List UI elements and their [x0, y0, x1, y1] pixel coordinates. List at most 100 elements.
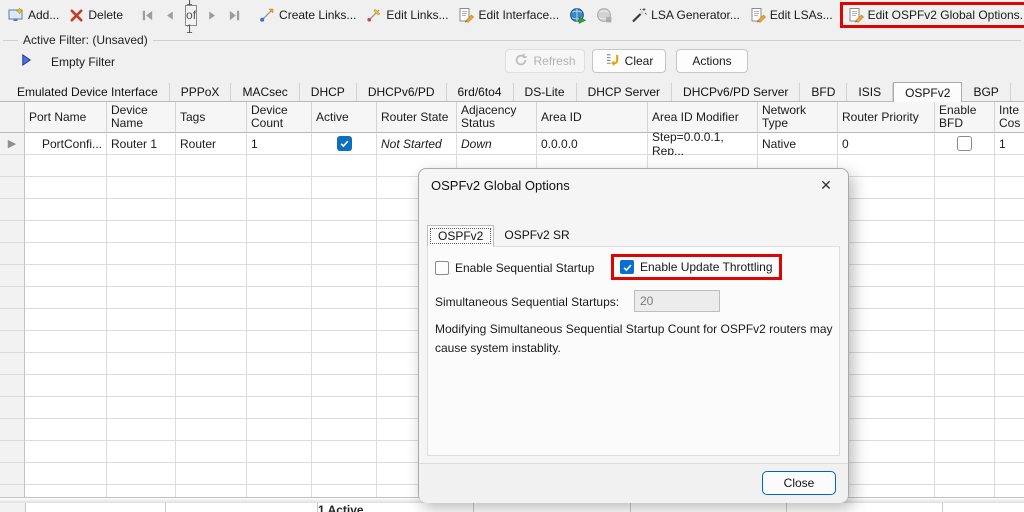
column-header-port_name[interactable]: Port Name: [25, 102, 107, 133]
tab-ds-lite[interactable]: DS-Lite: [514, 83, 577, 101]
checkbox-unchecked-icon[interactable]: [435, 261, 449, 275]
edit-ospfv2-global-options-button[interactable]: Edit OSPFv2 Global Options...: [840, 2, 1024, 28]
column-header-router_state[interactable]: Router State: [377, 102, 457, 133]
next-page-button[interactable]: [204, 7, 221, 24]
cell-selector: [0, 397, 25, 419]
column-header-area_id_modifier[interactable]: Area ID Modifier: [648, 102, 758, 133]
cell-enable_bfd: [935, 287, 995, 309]
edit-lsas-button[interactable]: Edit LSAs...: [747, 5, 836, 25]
cell-enable_bfd: [935, 441, 995, 463]
cell-device_count: [247, 155, 312, 177]
column-header-active[interactable]: Active: [312, 102, 377, 133]
globe-active-icon[interactable]: [566, 5, 589, 26]
row-selector-arrow[interactable]: ▶: [8, 137, 16, 150]
cell-selector: [0, 155, 25, 177]
page-indicator[interactable]: 1 of 1: [185, 5, 197, 26]
tab-dhcpv6-pd-server[interactable]: DHCPv6/PD Server: [672, 83, 800, 101]
active-count-status: 1 Active: [318, 503, 364, 512]
column-header-router_priority[interactable]: Router Priority: [838, 102, 935, 133]
previous-page-button[interactable]: [161, 7, 178, 24]
dialog-tab-ospfv2[interactable]: OSPFv2: [427, 225, 494, 247]
column-header-interface_cost[interactable]: InteCos: [995, 102, 1024, 133]
tab-dhcp[interactable]: DHCP: [300, 83, 357, 101]
cell-tags: [176, 375, 247, 397]
cell-device_count: [247, 353, 312, 375]
clear-button[interactable]: Clear: [592, 49, 666, 73]
cell-interface_cost: [995, 177, 1024, 199]
app-window: Add... Delete 1 of 1 Create Links... Edi…: [0, 0, 1024, 512]
dialog-titlebar[interactable]: OSPFv2 Global Options: [419, 169, 848, 201]
actions-button[interactable]: Actions: [676, 49, 748, 73]
cell-enable_bfd[interactable]: [935, 133, 995, 155]
cell-tags: [176, 177, 247, 199]
tab-pppox[interactable]: PPPoX: [170, 83, 232, 101]
document-pencil-icon: [458, 7, 474, 23]
edit-links-label: Edit Links...: [386, 8, 448, 22]
column-header-network_type[interactable]: Network Type: [758, 102, 838, 133]
cell-router_priority: [838, 419, 935, 441]
edit-links-button[interactable]: Edit Links...: [363, 5, 451, 25]
update-throttling-checkbox[interactable]: Enable Update Throttling: [611, 254, 782, 280]
edit-interface-button[interactable]: Edit Interface...: [455, 5, 562, 25]
table-row: ▶PortConfi...Router 1Router1Not StartedD…: [0, 133, 1024, 155]
cell-selector[interactable]: ▶: [0, 133, 25, 155]
sequential-startup-label: Enable Sequential Startup: [455, 261, 594, 275]
clear-label: Clear: [625, 54, 654, 68]
summary-grid-partial: [0, 503, 1024, 512]
cell-port_name: [25, 397, 107, 419]
cell-device_name: [107, 221, 176, 243]
cell-tags: [176, 463, 247, 485]
column-header-device_count[interactable]: DeviceCount: [247, 102, 312, 133]
checkbox-checked-icon[interactable]: [620, 260, 634, 274]
cell-router_priority: [838, 309, 935, 331]
cell-router_state: Not Started: [377, 133, 457, 155]
tab-6rd-6to4[interactable]: 6rd/6to4: [447, 83, 514, 101]
checkbox-unchecked-icon[interactable]: [957, 136, 972, 151]
cell-device_name: Router 1: [107, 133, 176, 155]
add-button[interactable]: Add...: [5, 5, 62, 25]
cell-interface_cost: 1: [995, 133, 1024, 155]
column-header-area_id[interactable]: Area ID: [537, 102, 648, 133]
tab-emulated-device-interface[interactable]: Emulated Device Interface: [6, 83, 170, 101]
filter-expand-icon[interactable]: [20, 53, 33, 70]
first-page-button[interactable]: [138, 7, 157, 24]
column-header-adjacency_status[interactable]: AdjacencyStatus: [457, 102, 537, 133]
column-header-enable_bfd[interactable]: EnableBFD: [935, 102, 995, 133]
cell-tags: [176, 353, 247, 375]
cell-device_name: [107, 265, 176, 287]
cell-tags: [176, 309, 247, 331]
create-links-button[interactable]: Create Links...: [256, 5, 359, 25]
cell-active[interactable]: [312, 133, 377, 155]
tab-ospfv2[interactable]: OSPFv2: [893, 82, 962, 102]
edit-lsas-label: Edit LSAs...: [770, 8, 833, 22]
cell-selector: [0, 177, 25, 199]
cell-device_count: [247, 221, 312, 243]
cell-tags: Router: [176, 133, 247, 155]
cell-router_priority: [838, 199, 935, 221]
last-page-button[interactable]: [225, 7, 244, 24]
sequential-startup-checkbox[interactable]: Enable Sequential Startup: [435, 261, 594, 275]
tab-bgp[interactable]: BGP: [962, 83, 1010, 101]
dialog-tab-ospfv2-sr[interactable]: OSPFv2 SR: [494, 225, 579, 247]
cell-interface_cost: [995, 155, 1024, 177]
cell-tags: [176, 221, 247, 243]
cell-router_priority: 0: [838, 133, 935, 155]
tab-bfd[interactable]: BFD: [800, 83, 847, 101]
column-header-tags[interactable]: Tags: [176, 102, 247, 133]
simultaneous-startups-input[interactable]: 20: [634, 290, 720, 312]
tab-dhcpv6-pd[interactable]: DHCPv6/PD: [357, 83, 447, 101]
lsa-generator-button[interactable]: LSA Generator...: [628, 5, 743, 25]
cell-port_name: [25, 463, 107, 485]
checkbox-checked-icon[interactable]: [337, 136, 352, 151]
cell-router_priority: [838, 221, 935, 243]
column-header-device_name[interactable]: DeviceName: [107, 102, 176, 133]
cell-selector: [0, 309, 25, 331]
tab-macsec[interactable]: MACsec: [231, 83, 299, 101]
refresh-button[interactable]: Refresh: [505, 49, 585, 73]
cell-active: [312, 375, 377, 397]
dialog-close-button[interactable]: Close: [762, 471, 836, 495]
tab-isis[interactable]: ISIS: [847, 83, 893, 101]
tab-dhcp-server[interactable]: DHCP Server: [577, 83, 672, 101]
delete-button[interactable]: Delete: [66, 6, 126, 25]
dialog-close-icon[interactable]: ✕: [817, 176, 835, 194]
